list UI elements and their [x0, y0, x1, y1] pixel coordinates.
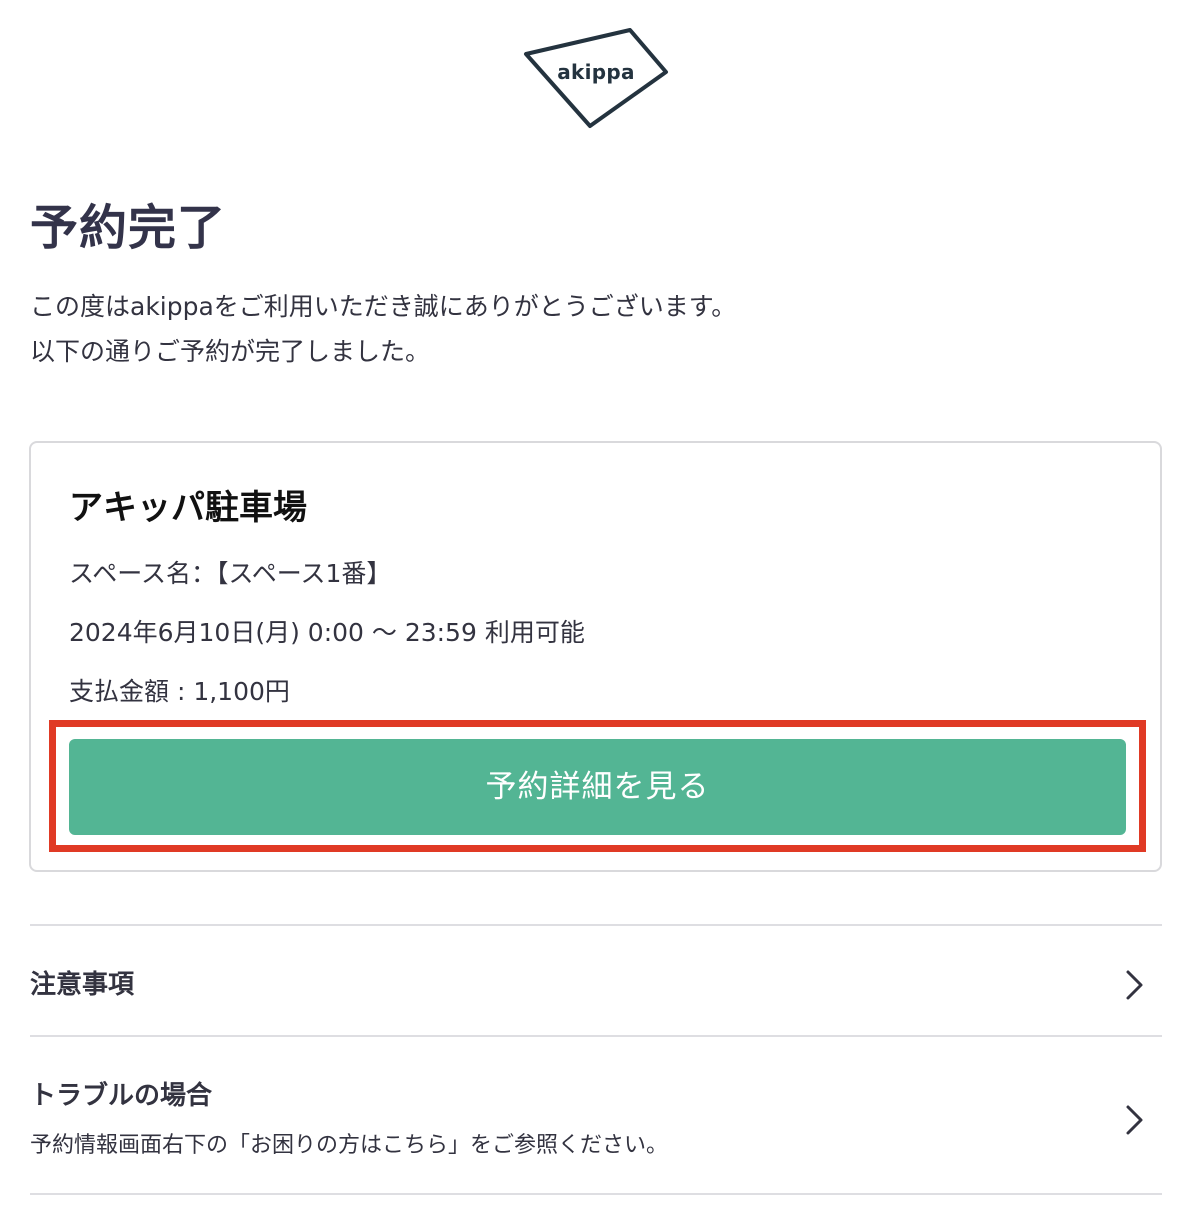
reservation-datetime: 2024年6月10日(月) 0:00 〜 23:59 利用可能 — [69, 618, 585, 647]
chevron-right-icon — [1126, 970, 1143, 1000]
reservation-card: アキッパ駐車場 スペース名：【スペース1番】 2024年6月10日(月) 0:0… — [29, 441, 1162, 872]
trouble-description: 予約情報画面右下の「お困りの方はこちら」をご参照ください。 — [30, 1133, 669, 1158]
akippa-logo[interactable]: akippa — [522, 26, 670, 134]
payment-amount: 支払金額 : 1,100円 — [69, 677, 290, 706]
trouble-section-link[interactable]: トラブルの場合 予約情報画面右下の「お困りの方はこちら」をご参照ください。 — [30, 1035, 1162, 1195]
intro-message: この度はakippaをご利用いただき誠にありがとうございます。 以下の通りご予約… — [30, 284, 736, 374]
view-reservation-details-button[interactable]: 予約詳細を見る — [69, 739, 1126, 835]
space-name: スペース名：【スペース1番】 — [69, 559, 392, 588]
caution-section-link[interactable]: 注意事項 — [30, 924, 1162, 1036]
page-title: 予約完了 — [30, 200, 227, 256]
logo-text: akippa — [557, 60, 635, 84]
intro-line-2: 以下の通りご予約が完了しました。 — [30, 337, 431, 366]
parking-name: アキッパ駐車場 — [69, 488, 307, 528]
caution-title: 注意事項 — [30, 970, 135, 1000]
chevron-right-icon — [1126, 1105, 1143, 1135]
intro-line-1: この度はakippaをご利用いただき誠にありがとうございます。 — [30, 292, 737, 321]
trouble-title: トラブルの場合 — [30, 1081, 213, 1111]
